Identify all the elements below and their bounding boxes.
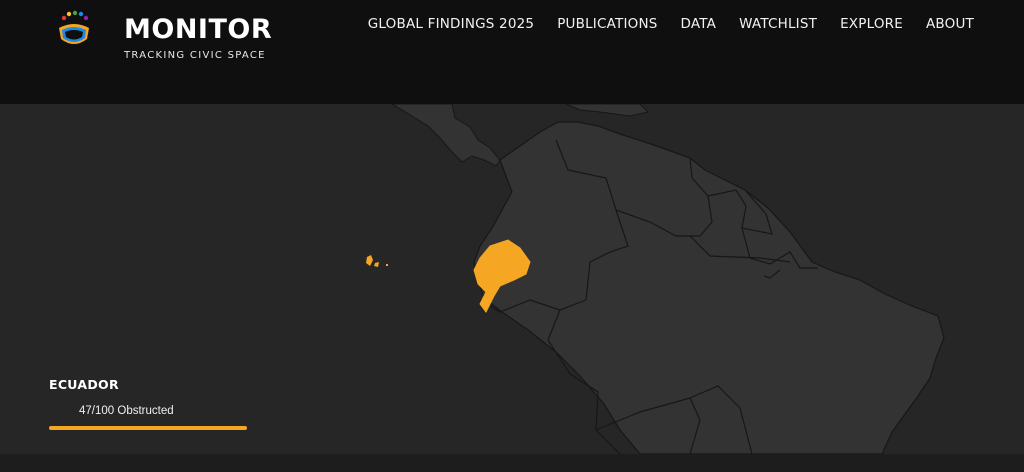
map-canvas[interactable] [0,104,1024,454]
main-nav: GLOBAL FINDINGS 2025 PUBLICATIONS DATA W… [368,16,974,32]
nav-explore[interactable]: EXPLORE [840,16,903,32]
galapagos-islands[interactable] [366,255,388,267]
nav-publications[interactable]: PUBLICATIONS [557,16,657,32]
brand-title: MONITOR [124,14,273,45]
nav-global-findings[interactable]: GLOBAL FINDINGS 2025 [368,16,534,32]
rating-bar-fill [49,426,247,430]
nav-about[interactable]: ABOUT [926,16,974,32]
nav-data[interactable]: DATA [681,16,717,32]
south-america-land[interactable] [473,121,945,454]
caribbean-island[interactable] [565,104,649,117]
country-rating: 47/100 Obstructed [79,405,174,417]
rating-bar [49,426,247,430]
monitor-logo-icon[interactable] [52,8,96,52]
central-america-land[interactable] [391,104,501,167]
country-info-panel: ECUADOR 47/100 Obstructed [49,377,247,430]
map-bottom-strip [0,454,1024,472]
country-name: ECUADOR [49,377,119,392]
world-map[interactable] [0,104,1024,454]
brand[interactable]: MONITOR TRACKING CIVIC SPACE [124,14,272,61]
brand-subtitle: TRACKING CIVIC SPACE [124,50,266,61]
site-header: MONITOR TRACKING CIVIC SPACE GLOBAL FIND… [0,0,1024,104]
nav-watchlist[interactable]: WATCHLIST [739,16,817,32]
